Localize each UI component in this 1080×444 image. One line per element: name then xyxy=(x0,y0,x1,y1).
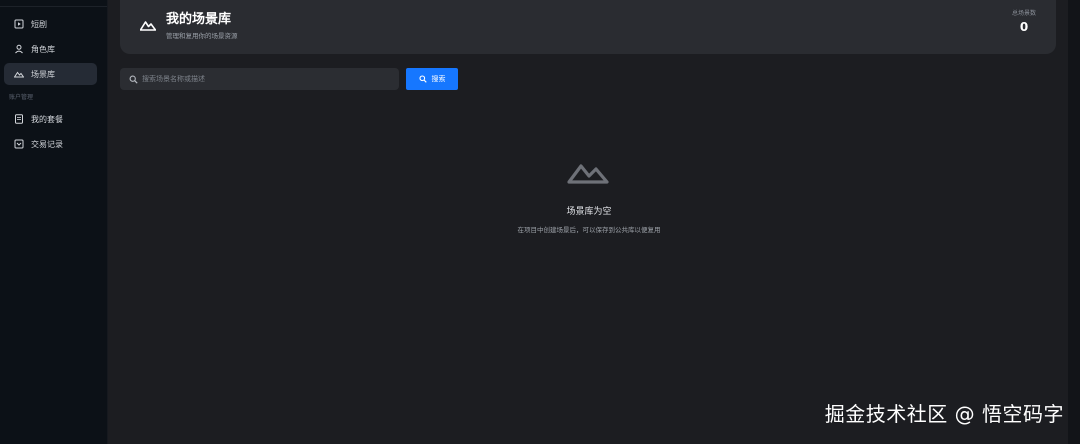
empty-state-description: 在项目中创建场景后，可以保存到公共库以便复用 xyxy=(517,226,661,234)
search-button[interactable]: 搜索 xyxy=(406,68,458,90)
document-icon xyxy=(14,114,24,124)
header-card xyxy=(120,0,1056,54)
total-scenes-label: 总场景数 xyxy=(1011,10,1036,17)
section-label-account: 账户管理 xyxy=(9,94,34,101)
scroll-gutter xyxy=(1068,0,1080,444)
sidebar-item-scene-library[interactable]: 场景库 xyxy=(4,63,97,85)
sidebar-item-label: 短剧 xyxy=(31,19,47,29)
sidebar-item-label: 交易记录 xyxy=(31,139,63,149)
search-icon xyxy=(129,75,138,84)
empty-state-title: 场景库为空 xyxy=(566,207,612,217)
search-box xyxy=(120,68,399,90)
transaction-icon xyxy=(14,139,24,149)
sidebar-item-short-drama[interactable]: 短剧 xyxy=(4,13,97,35)
search-button-label: 搜索 xyxy=(431,75,446,83)
user-icon xyxy=(14,44,24,54)
page-subtitle: 管理和复用你的场景资源 xyxy=(166,32,238,40)
empty-state-mountain-icon xyxy=(567,160,609,184)
watermark: 掘金技术社区 @ 悟空码字 xyxy=(824,402,1064,426)
search-icon xyxy=(418,75,427,83)
sidebar-item-label: 角色库 xyxy=(31,44,55,54)
mountain-icon xyxy=(14,69,24,79)
sidebar-item-label: 我的套餐 xyxy=(31,114,63,124)
sidebar-divider xyxy=(0,6,107,7)
sidebar: 短剧 角色库 场景库 账户管理 我的套餐 交易记录 xyxy=(0,0,108,444)
search-input[interactable] xyxy=(142,75,382,83)
page-title: 我的场景库 xyxy=(166,12,232,27)
total-scenes-value: 0 xyxy=(1019,20,1029,34)
sidebar-item-label: 场景库 xyxy=(31,69,55,79)
sidebar-item-character-library[interactable]: 角色库 xyxy=(4,38,97,60)
film-icon xyxy=(14,19,24,29)
sidebar-item-my-plan[interactable]: 我的套餐 xyxy=(4,108,97,130)
mountain-icon xyxy=(139,16,157,31)
sidebar-item-transactions[interactable]: 交易记录 xyxy=(4,133,97,155)
